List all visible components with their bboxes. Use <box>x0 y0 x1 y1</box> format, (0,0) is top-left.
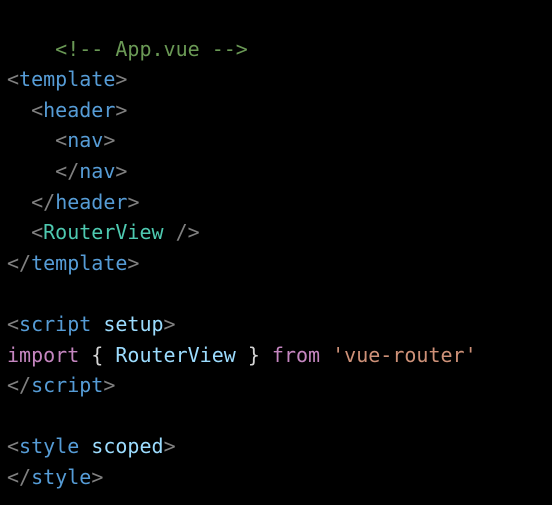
brace-open: { <box>79 342 116 367</box>
tag-close-bracket: > <box>91 464 104 489</box>
tag-open-bracket: < <box>7 434 20 459</box>
tag-close-bracket: > <box>115 158 128 183</box>
tag-open-bracket: </ <box>31 189 56 214</box>
tag-name-style-close: style <box>31 464 92 489</box>
attribute-setup: setup <box>91 311 164 336</box>
code-line-12: import { RouterView } from 'vue-router' <box>7 340 552 371</box>
tag-close-bracket: > <box>103 128 116 153</box>
code-line-11: <script setup> <box>7 309 552 340</box>
code-line-6: </nav> <box>7 156 552 187</box>
tag-close-bracket: > <box>127 189 140 214</box>
code-line-9: </template> <box>7 248 552 279</box>
tag-close-bracket: > <box>103 373 116 398</box>
tag-close-bracket: > <box>115 97 128 122</box>
tag-name-header: header <box>43 97 116 122</box>
tag-open-bracket: </ <box>7 250 32 275</box>
identifier-routerview: RouterView <box>115 342 236 367</box>
string-vue-router: 'vue-router' <box>332 342 477 367</box>
code-line-5: <nav> <box>7 125 552 156</box>
tag-name-nav: nav <box>67 128 104 153</box>
tag-name-script-close: script <box>31 373 104 398</box>
code-line-7: </header> <box>7 187 552 218</box>
tag-name-template: template <box>19 67 116 92</box>
code-line-13: </script> <box>7 370 552 401</box>
component-name-routerview: RouterView <box>43 220 164 245</box>
tag-name-nav-close: nav <box>79 158 116 183</box>
comment-token: <!-- App.vue --> <box>55 36 248 61</box>
tag-name-script: script <box>19 311 92 336</box>
code-line-15: <style scoped> <box>7 431 552 462</box>
keyword-from: from <box>271 342 321 367</box>
tag-name-style: style <box>19 434 80 459</box>
brace-close: } <box>235 342 272 367</box>
tag-open-bracket: < <box>31 97 44 122</box>
keyword-import: import <box>7 342 80 367</box>
tag-open-bracket: < <box>31 220 44 245</box>
tag-self-close: /> <box>163 220 200 245</box>
code-line-4: <header> <box>7 95 552 126</box>
tag-close-bracket: > <box>127 250 140 275</box>
tag-name-template-close: template <box>31 250 128 275</box>
tag-name-header-close: header <box>55 189 128 214</box>
tag-close-bracket: > <box>163 311 176 336</box>
code-line-8: <RouterView /> <box>7 217 552 248</box>
code-line-14-blank <box>7 401 552 432</box>
tag-open-bracket: </ <box>7 373 32 398</box>
tag-close-bracket: > <box>163 434 176 459</box>
tag-open-bracket: </ <box>7 464 32 489</box>
tag-open-bracket: </ <box>55 158 80 183</box>
tag-open-bracket: < <box>7 67 20 92</box>
tag-open-bracket: < <box>7 311 20 336</box>
code-line-3: <template> <box>7 64 552 95</box>
code-editor[interactable]: <!-- App.vue --> <template> <header> <na… <box>0 0 552 505</box>
tag-close-bracket: > <box>115 67 128 92</box>
attribute-scoped: scoped <box>79 434 164 459</box>
code-line-10-blank <box>7 278 552 309</box>
code-line-1: <!-- App.vue --> <box>7 3 552 61</box>
tag-open-bracket: < <box>55 128 68 153</box>
code-line-16: </style> <box>7 462 552 493</box>
